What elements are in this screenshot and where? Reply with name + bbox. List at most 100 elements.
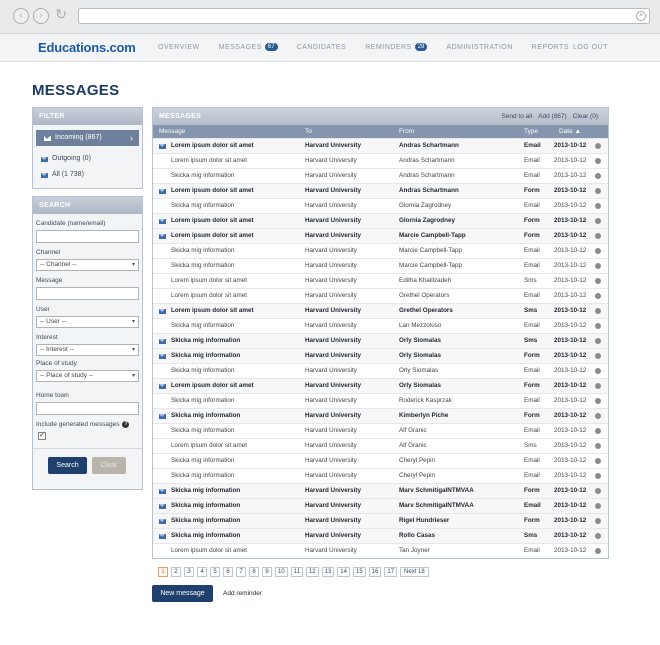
next-page-link[interactable]: Next 18 [400, 567, 429, 577]
info-icon[interactable] [595, 188, 601, 194]
table-row[interactable]: Skicka mig information Harvard University… [153, 198, 608, 213]
page-link[interactable]: 2 [171, 567, 181, 577]
reload-icon[interactable]: ↻ [53, 7, 69, 24]
info-icon[interactable] [595, 503, 601, 509]
channel-select[interactable]: -- Channel -- ▾ [36, 259, 139, 271]
interest-select[interactable]: -- Interest -- ▾ [36, 344, 139, 356]
table-row[interactable]: Skicka mig information Harvard University… [153, 348, 608, 363]
info-icon[interactable] [595, 158, 601, 164]
hometown-input[interactable] [36, 402, 139, 415]
logout-link[interactable]: LOG OUT [573, 44, 608, 51]
table-row[interactable]: Skicka mig information Harvard University… [153, 408, 608, 423]
page-link[interactable]: 15 [352, 567, 366, 577]
table-row[interactable]: Lorem ipsum dolor sit amet Harvard Univer… [153, 228, 608, 243]
table-row[interactable]: Skicka mig information Harvard University… [153, 468, 608, 483]
col-message[interactable]: Message [159, 125, 185, 138]
clear-icon[interactable]: × [636, 11, 646, 21]
info-icon[interactable] [595, 233, 601, 239]
info-icon[interactable] [595, 383, 601, 389]
table-row[interactable]: Lorem ipsum dolor sit amet Harvard Univer… [153, 378, 608, 393]
table-row[interactable]: Skicka mig information Harvard University… [153, 393, 608, 408]
include-generated-checkbox[interactable]: ✓ [38, 432, 46, 440]
table-row[interactable]: Lorem ipsum dolor sit amet Harvard Univer… [153, 438, 608, 453]
info-icon[interactable] [595, 488, 601, 494]
user-select[interactable]: -- User -- ▾ [36, 316, 139, 328]
info-icon[interactable] [595, 473, 601, 479]
info-icon[interactable] [595, 323, 601, 329]
filter-item[interactable]: Incoming (867) › [36, 130, 139, 146]
page-link[interactable]: 4 [197, 567, 207, 577]
message-input[interactable] [36, 287, 139, 300]
info-icon[interactable] [595, 353, 601, 359]
info-icon[interactable] [595, 278, 601, 284]
nav-overview[interactable]: OVERVIEW [158, 44, 200, 51]
page-link[interactable]: 5 [210, 567, 220, 577]
info-icon[interactable] [595, 368, 601, 374]
table-row[interactable]: Lorem ipsum dolor sit amet Harvard Univer… [153, 303, 608, 318]
send-to-all-link[interactable]: Send to all [501, 108, 532, 125]
page-link[interactable]: 10 [275, 567, 288, 577]
info-icon[interactable] [595, 398, 601, 404]
add-link[interactable]: Add (867) [538, 108, 567, 125]
info-icon[interactable] [595, 413, 601, 419]
forward-icon[interactable]: › [33, 8, 49, 24]
page-link[interactable]: 17 [384, 567, 398, 577]
address-bar[interactable]: × [78, 8, 650, 24]
table-row[interactable]: Skicka mig information Harvard University… [153, 333, 608, 348]
back-icon[interactable]: ‹ [13, 8, 29, 24]
nav-reminders[interactable]: REMINDERS 29 [365, 43, 428, 51]
table-row[interactable]: Lorem ipsum dolor sit amet Harvard Univer… [153, 273, 608, 288]
table-row[interactable]: Skicka mig information Harvard University… [153, 258, 608, 273]
info-icon[interactable] [595, 443, 601, 449]
place-select[interactable]: -- Place of study -- ▾ [36, 370, 139, 382]
page-link[interactable]: 11 [290, 567, 303, 577]
page-link[interactable]: 14 [337, 567, 350, 577]
add-reminder-link[interactable]: Add reminder [223, 590, 262, 597]
col-from[interactable]: From [399, 125, 414, 138]
info-icon[interactable] [595, 533, 601, 539]
table-row[interactable]: Skicka mig information Harvard University… [153, 498, 608, 513]
table-row[interactable]: Skicka mig information Harvard University… [153, 483, 608, 498]
page-link[interactable]: 13 [321, 567, 335, 577]
filter-item[interactable]: All (1 738) [33, 167, 142, 183]
page-link[interactable]: 6 [223, 567, 233, 577]
info-icon[interactable] [595, 173, 601, 179]
info-icon[interactable] [595, 143, 601, 149]
nav-administration[interactable]: ADMINISTRATION [446, 44, 512, 51]
info-icon[interactable] [595, 248, 601, 254]
table-row[interactable]: Skicka mig information Harvard University… [153, 453, 608, 468]
table-row[interactable]: Skicka mig information Harvard University… [153, 423, 608, 438]
page-link[interactable]: 9 [262, 567, 272, 577]
table-row[interactable]: Skicka mig information Harvard University… [153, 243, 608, 258]
col-type[interactable]: Type [524, 125, 538, 138]
col-date[interactable]: Date ▲ [559, 125, 581, 138]
new-message-button[interactable]: New message [152, 585, 213, 602]
logo[interactable]: Educations.com [38, 40, 136, 55]
info-icon[interactable] [595, 338, 601, 344]
table-row[interactable]: Skicka mig information Harvard University… [153, 528, 608, 543]
clear-link[interactable]: Clear (0) [573, 108, 598, 125]
info-icon[interactable] [595, 293, 601, 299]
info-icon[interactable] [595, 458, 601, 464]
search-button[interactable]: Search [48, 457, 87, 474]
candidate-input[interactable] [36, 230, 139, 243]
info-icon[interactable] [595, 428, 601, 434]
table-row[interactable]: Lorem ipsum dolor sit amet Harvard Univer… [153, 288, 608, 303]
filter-item[interactable]: Outgoing (0) [33, 151, 142, 167]
info-icon[interactable] [595, 218, 601, 224]
table-row[interactable]: Skicka mig information Harvard University… [153, 168, 608, 183]
info-icon[interactable] [595, 263, 601, 269]
page-link[interactable]: 8 [249, 567, 259, 577]
table-row[interactable]: Lorem ipsum dolor sit amet Harvard Univer… [153, 543, 608, 558]
table-row[interactable]: Lorem ipsum dolor sit amet Harvard Univer… [153, 138, 608, 153]
page-link[interactable]: 16 [368, 567, 382, 577]
col-to[interactable]: To [305, 125, 312, 138]
page-link[interactable]: 1 [158, 567, 168, 577]
table-row[interactable]: Lorem ipsum dolor sit amet Harvard Univer… [153, 183, 608, 198]
info-icon[interactable] [595, 308, 601, 314]
nav-reports[interactable]: REPORTS [532, 44, 569, 51]
info-icon[interactable] [595, 548, 601, 554]
clear-button[interactable]: Clear [92, 457, 126, 474]
page-link[interactable]: 12 [305, 567, 319, 577]
page-link[interactable]: 7 [236, 567, 246, 577]
